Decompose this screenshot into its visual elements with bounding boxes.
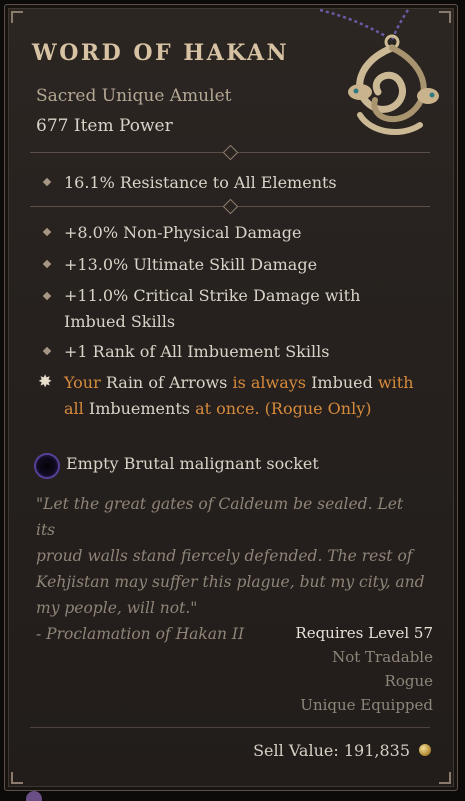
unique-text: Your	[64, 373, 101, 392]
sell-label: Sell Value:	[253, 741, 339, 760]
unique-equipped: Unique Equipped	[300, 696, 433, 714]
section-divider	[30, 144, 430, 161]
unique-skill: Rain of Arrows	[105, 373, 228, 392]
tradable-status: Not Tradable	[332, 648, 433, 666]
frame-corner	[11, 772, 23, 784]
flavor-line: Kehjistan may suffer this plague, but my…	[36, 573, 425, 591]
affix-line: +13.0% Ultimate Skill Damage	[64, 255, 318, 274]
item-name: WORD OF HAKAN	[32, 40, 290, 66]
gold-coin-icon	[419, 744, 431, 756]
sell-value: Sell Value: 191,835	[253, 741, 410, 760]
item-power: 677 Item Power	[36, 116, 173, 136]
unique-power-icon: ✸	[38, 372, 53, 392]
class-requirement: Rogue	[384, 672, 433, 690]
section-divider	[30, 198, 430, 215]
implicit-stat: 16.1% Resistance to All Elements	[64, 173, 337, 192]
unique-text: is always	[232, 373, 307, 392]
malignant-socket-icon	[36, 455, 58, 477]
amulet-icon	[319, 8, 439, 135]
item-type: Sacred Unique Amulet	[36, 86, 232, 106]
sell-amount: 191,835	[343, 741, 410, 760]
unique-keyword: Imbued	[311, 373, 373, 392]
unique-text: at once. (Rogue Only)	[195, 399, 372, 418]
unique-power-text: Your Rain of Arrows is always Imbued wit…	[64, 370, 424, 422]
affix-line: +8.0% Non-Physical Damage	[64, 223, 302, 242]
required-level: Requires Level 57	[295, 624, 433, 642]
flavor-line: my people, will not."	[36, 599, 198, 617]
frame-corner	[439, 772, 451, 784]
socket-label: Empty Brutal malignant socket	[66, 454, 319, 473]
flavor-line: proud walls stand fiercely defended. The…	[36, 547, 413, 565]
frame-corner	[11, 11, 23, 23]
affix-line: +11.0% Critical Strike Damage with Imbue…	[64, 286, 361, 331]
affix-line: +1 Rank of All Imbuement Skills	[64, 342, 330, 361]
flavor-line: "Let the great gates of Caldeum be seale…	[36, 495, 404, 539]
unique-keyword: Imbuements	[88, 399, 190, 418]
sell-divider	[30, 727, 430, 728]
